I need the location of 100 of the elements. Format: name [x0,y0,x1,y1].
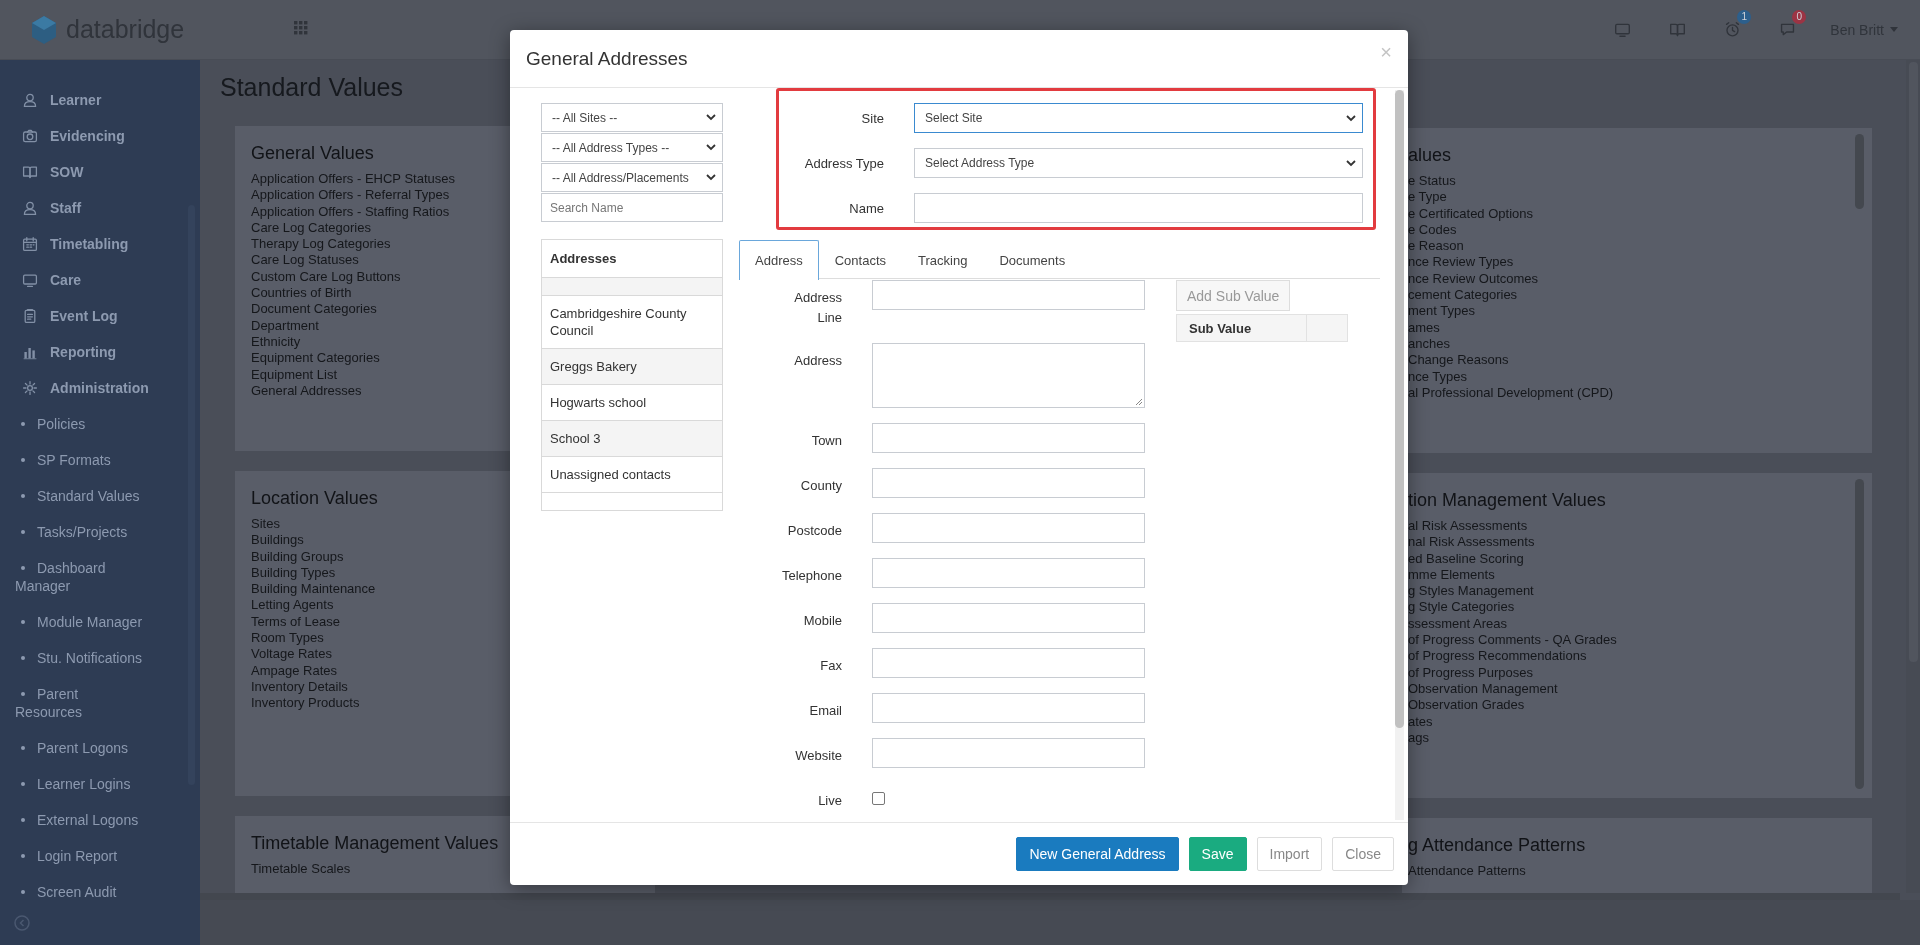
input-field[interactable] [872,693,1145,723]
value-link[interactable]: Custom Care Log Buttons [251,268,401,286]
sidebar-subitem[interactable]: Parent Logons [0,730,148,766]
value-link[interactable]: Ethnicity [251,333,301,351]
value-link[interactable]: ssessment Areas [1408,615,1507,633]
value-link[interactable]: cement Categories [1408,287,1518,304]
value-link[interactable]: Application Offers - Referral Types [251,187,450,204]
scrollbar[interactable] [1855,134,1864,209]
value-link[interactable]: ment Types [1408,303,1475,320]
scrollbar[interactable] [200,893,1900,900]
value-link[interactable]: Observation Management [1408,680,1558,698]
sidebar-item[interactable]: Care [0,262,200,298]
secondary-button[interactable]: Close [1332,837,1394,871]
value-link[interactable]: nce Review Types [1408,254,1514,271]
value-link[interactable]: g Styles Management [1408,583,1534,600]
value-link[interactable]: Document Categories [251,301,377,318]
value-link[interactable]: Care Log Statuses [251,252,359,269]
new-address-button[interactable]: New General Address [1016,837,1179,871]
sidebar-subitem[interactable]: Tasks/Projects [0,514,148,550]
filter-select[interactable]: -- All Address/Placements [541,163,723,192]
input-field[interactable] [872,513,1145,543]
value-link[interactable]: Voltage Rates [251,646,332,663]
sidebar-subitem[interactable]: Standard Values [0,478,148,514]
value-link[interactable]: Observation Grades [1408,697,1525,714]
sidebar-item[interactable]: Staff [0,190,200,226]
value-link[interactable]: ates [1408,713,1433,730]
value-link[interactable]: ames [1408,319,1440,336]
chat-icon[interactable] [1779,21,1797,38]
value-link[interactable]: e Type [1408,189,1447,206]
value-link[interactable]: nce Types [1408,368,1468,385]
sidebar-subitem[interactable]: Module Manager [0,604,148,640]
value-link[interactable]: mme Elements [1408,566,1495,584]
value-link[interactable]: Ampage Rates [251,662,337,679]
checkbox[interactable] [872,792,885,805]
value-link[interactable]: Equipment List [251,366,337,383]
input-field[interactable] [872,648,1145,678]
sidebar-subitem[interactable]: Screen Audit [0,874,148,910]
input-field[interactable] [872,738,1145,768]
value-link[interactable]: Inventory Products [251,695,360,712]
sidebar-subitem[interactable]: Parent Resources [0,676,148,730]
value-link[interactable]: Attendance Patterns [1408,863,1526,880]
collapse-icon[interactable] [14,915,30,931]
save-button[interactable]: Save [1188,837,1247,871]
value-link[interactable]: al Professional Development (CPD) [1408,384,1614,402]
sidebar-item[interactable]: Administration [0,370,200,406]
scrollbar[interactable] [1395,90,1404,728]
monitor-icon[interactable] [1614,21,1632,38]
value-link[interactable]: Therapy Log Categories [251,236,391,253]
value-link[interactable]: Change Reasons [1408,352,1509,369]
value-link[interactable]: e Reason [1408,238,1464,255]
sidebar-subitem[interactable]: Dashboard Manager [0,550,148,604]
value-link[interactable]: Application Offers - Staffing Ratios [251,203,450,220]
value-link[interactable]: e Certificated Options [1408,205,1533,222]
alarm-clock-icon[interactable] [1724,21,1742,38]
value-link[interactable]: Sites [251,516,280,533]
value-link[interactable]: Building Groups [251,548,344,565]
address-item[interactable]: School 3 [542,421,722,457]
value-link[interactable]: al Risk Assessments [1408,518,1528,535]
select-field[interactable]: Select Site [914,103,1363,133]
sidebar-subitem[interactable]: Login Report [0,838,148,874]
tab[interactable]: Tracking [902,240,984,279]
value-link[interactable]: Buildings [251,532,304,549]
sidebar-item[interactable]: Event Log [0,298,200,334]
value-link[interactable]: Application Offers - EHCP Statuses [251,171,455,188]
value-link[interactable]: Equipment Categories [251,350,380,367]
value-link[interactable]: General Addresses [251,382,362,400]
sidebar-subitem[interactable]: External Logons [0,802,148,838]
filter-select[interactable]: -- All Address Types -- [541,133,723,162]
scrollbar[interactable] [1855,479,1864,789]
value-link[interactable]: Terms of Lease [251,613,340,631]
select-field[interactable]: Select Address Type [914,148,1363,178]
sidebar-item[interactable]: Reporting [0,334,200,370]
sidebar-subitem[interactable]: Learner Logins [0,766,148,802]
book-icon[interactable] [1669,21,1687,38]
value-link[interactable]: e Status [1408,173,1456,190]
app-grid-icon[interactable] [294,20,309,35]
value-link[interactable]: Timetable Scales [251,861,351,878]
value-link[interactable]: of Progress Comments - QA Grades [1408,632,1617,649]
text-area[interactable] [872,343,1145,408]
value-link[interactable]: of Progress Purposes [1408,664,1533,681]
value-link[interactable]: g Style Categories [1408,599,1515,616]
address-item[interactable]: Unassigned contacts [542,457,722,493]
tab[interactable]: Documents [983,240,1082,279]
value-link[interactable]: Countries of Birth [251,285,352,302]
value-link[interactable]: ags [1408,729,1429,747]
value-link[interactable]: Inventory Details [251,678,348,696]
sidebar-subitem[interactable]: Stu. Notifications [0,640,148,676]
sidebar-item[interactable]: Evidencing [0,118,200,154]
add-sub-value-button[interactable]: Add Sub Value [1176,280,1291,311]
input-field[interactable] [872,468,1145,498]
close-button[interactable]: × [1380,41,1392,62]
sidebar-item[interactable]: Learner [0,82,200,118]
sidebar-subitem[interactable]: SP Formats [0,442,148,478]
address-item[interactable]: Greggs Bakery [542,349,722,385]
input-field[interactable] [872,603,1145,633]
tab[interactable]: Contacts [818,240,902,279]
value-link[interactable]: Care Log Categories [251,219,371,237]
secondary-button[interactable]: Import [1256,837,1323,871]
filter-select[interactable]: -- All Sites -- [541,103,723,132]
value-link[interactable]: anches [1408,335,1450,353]
